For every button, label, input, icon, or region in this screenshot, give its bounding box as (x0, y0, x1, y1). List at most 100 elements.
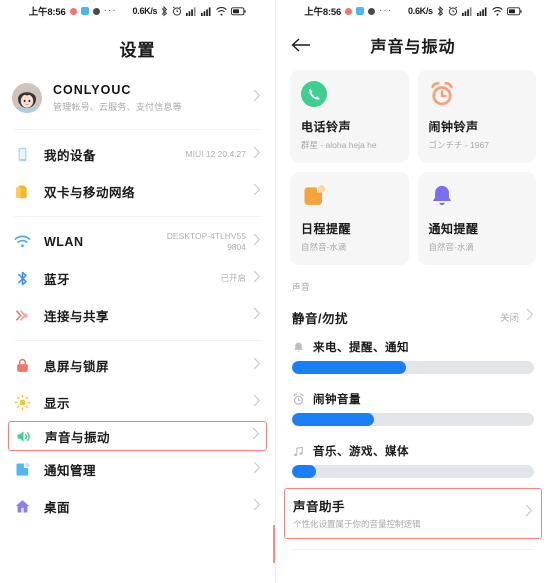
sound-assistant-row[interactable]: 声音助手 个性化设置属于你的音量控制逻辑 (284, 488, 542, 539)
alarm-icon (172, 6, 182, 16)
bluetooth-icon (12, 270, 32, 287)
notification-dot-icon (345, 7, 353, 15)
ringtone-card-subtitle: 自然音-水滴 (301, 242, 347, 252)
volume-slider-block-3: 音乐、游戏、媒体 (276, 437, 550, 478)
network-speed-right: 0.6K/s (408, 6, 433, 16)
sidebar-item-2[interactable]: 双卡与移动网络 (0, 173, 275, 210)
sidebar-item-label: 通知管理 (44, 464, 97, 478)
page-title-right: 声音与振动 (370, 39, 456, 56)
avatar (12, 83, 42, 113)
sound-section-label: 声音 (292, 282, 311, 292)
sidebar-item-5[interactable]: 连接与共享 (0, 297, 275, 334)
lock-icon (12, 357, 32, 374)
sidebar-item-9[interactable]: 通知管理 (0, 451, 275, 488)
volume-slider-header: 来电、提醒、通知 (292, 339, 534, 355)
screen-header: 声音与振动 (276, 22, 550, 70)
ringtone-card-subtitle: ゴンチチ - 1967 (428, 140, 489, 150)
volume-slider-label: 音乐、游戏、媒体 (313, 446, 409, 458)
share-icon (12, 307, 32, 324)
wifi-icon (491, 6, 503, 16)
sound-assistant-text: 声音助手 个性化设置属于你的音量控制逻辑 (293, 496, 525, 530)
alarm-small-icon (292, 393, 305, 406)
chevron-right-icon (253, 498, 261, 516)
chevron-right-icon (253, 357, 261, 375)
settings-list: 我的设备 MIUI 12 20.4.27 双卡与移动网络 WLAN DESKTOP-4T… (0, 136, 275, 525)
sidebar-item-label: WLAN (44, 234, 84, 249)
chevron-right-icon (253, 183, 261, 201)
sound-assistant-title: 声音助手 (293, 500, 346, 514)
phone-icon (301, 81, 327, 107)
notification-icon (12, 461, 32, 478)
sidebar-item-label: 声音与振动 (45, 430, 111, 445)
notification-dot-icon (69, 7, 77, 15)
wifi-icon (12, 233, 32, 250)
alarm-icon (448, 6, 458, 16)
chevron-right-icon (253, 146, 261, 164)
alarm-clock-icon (429, 81, 455, 107)
dnd-row[interactable]: 静音/勿扰 关闭 (276, 301, 550, 333)
volume-slider-block-2: 闹钟音量 (276, 385, 550, 426)
status-time: 上午8:56 (28, 7, 66, 18)
volume-slider-fill (292, 361, 406, 374)
sim-card-icon (12, 183, 32, 200)
ringtone-cards-row-1: 电话铃声 群星 - aloha heja he 闹钟铃声 ゴンチチ - 1967 (276, 70, 550, 163)
signal-2-icon (476, 6, 488, 16)
status-bar-left: 上午8:56 ··· 0.6K/s (0, 0, 275, 22)
sidebar-item-7[interactable]: 显示 (0, 384, 275, 421)
sidebar-item-4[interactable]: 蓝牙 已开启 (0, 260, 275, 297)
chevron-right-icon (526, 308, 534, 326)
divider-bottom (292, 549, 534, 550)
chevron-right-icon (253, 394, 261, 412)
notification-dot-2-icon (368, 7, 376, 15)
chevron-right-icon (525, 504, 533, 522)
volume-slider-block-1: 来电、提醒、通知 (276, 333, 550, 374)
ringtone-card-subtitle: 群星 - aloha heja he (301, 140, 377, 150)
sidebar-item-label: 连接与共享 (44, 310, 110, 324)
sidebar-item-6[interactable]: 息屏与锁屏 (0, 347, 275, 384)
divider-2 (14, 216, 261, 217)
sidebar-item-8[interactable]: 声音与振动 (8, 421, 267, 451)
signal-1-icon (186, 6, 197, 16)
sidebar-item-1[interactable]: 我的设备 MIUI 12 20.4.27 (0, 136, 275, 173)
back-arrow-icon[interactable] (290, 34, 312, 56)
ringtone-cards-row-2: 日程提醒 自然音-水滴 通知提醒 自然音-水滴 (276, 172, 550, 265)
sound-assistant-wrap: 声音助手 个性化设置属于你的音量控制逻辑 (276, 478, 550, 539)
more-notifications-icon: ··· (103, 5, 117, 16)
ringtone-card-title: 电话铃声 (301, 120, 352, 134)
wifi-icon (216, 6, 228, 16)
volume-sliders: 来电、提醒、通知闹钟音量音乐、游戏、媒体 (276, 333, 550, 478)
sidebar-item-3[interactable]: WLAN DESKTOP-4TLHV55 9804 (0, 223, 275, 260)
sidebar-item-10[interactable]: 桌面 (0, 488, 275, 525)
ringtone-card-4[interactable]: 通知提醒 自然音-水滴 (417, 172, 536, 265)
volume-slider-track[interactable] (292, 413, 534, 426)
volume-slider-label: 闹钟音量 (313, 394, 361, 406)
app-badge-icon (356, 7, 365, 15)
ringtone-card-2[interactable]: 闹钟铃声 ゴンチチ - 1967 (417, 70, 536, 163)
chevron-right-icon (252, 427, 260, 445)
sidebar-item-label: 显示 (44, 397, 71, 411)
sidebar-item-label: 我的设备 (44, 149, 97, 163)
volume-slider-fill (292, 413, 375, 426)
sidebar-item-value: MIUI 12 20.4.27 (185, 149, 246, 159)
home-icon (12, 498, 32, 515)
dnd-label: 静音/勿扰 (292, 311, 348, 326)
volume-slider-header: 闹钟音量 (292, 391, 534, 407)
sound-assistant-subtitle: 个性化设置属于你的音量控制逻辑 (293, 519, 421, 529)
dnd-value: 关闭 (499, 313, 519, 324)
ringtone-card-title: 通知提醒 (428, 222, 479, 236)
sidebar-item-label: 蓝牙 (44, 273, 71, 287)
more-notifications-icon: ··· (379, 5, 393, 16)
volume-slider-track[interactable] (292, 361, 534, 374)
account-row[interactable]: CONLYOUC 管理帐号、云服务、支付信息等 (0, 77, 275, 123)
chevron-right-icon (253, 307, 261, 325)
divider-1 (14, 129, 261, 130)
app-badge-icon (80, 7, 89, 15)
sound-vibration-screen: 上午8:56 ··· 0.6K/s 声音与振动 电话铃声群星 - aloha h… (275, 0, 550, 583)
sidebar-item-value: 已开启 (220, 273, 246, 283)
ringtone-card-1[interactable]: 电话铃声群星 - aloha heja he (290, 70, 409, 163)
volume-slider-track[interactable] (292, 465, 534, 478)
battery-icon (506, 6, 522, 16)
settings-screen: 上午8:56 ··· 0.6K/s 设置 CONLYOUC 管理帐号、云服务、支… (0, 0, 275, 583)
ringtone-card-3[interactable]: 日程提醒 自然音-水滴 (290, 172, 409, 265)
status-time-right: 上午8:56 (304, 7, 342, 18)
